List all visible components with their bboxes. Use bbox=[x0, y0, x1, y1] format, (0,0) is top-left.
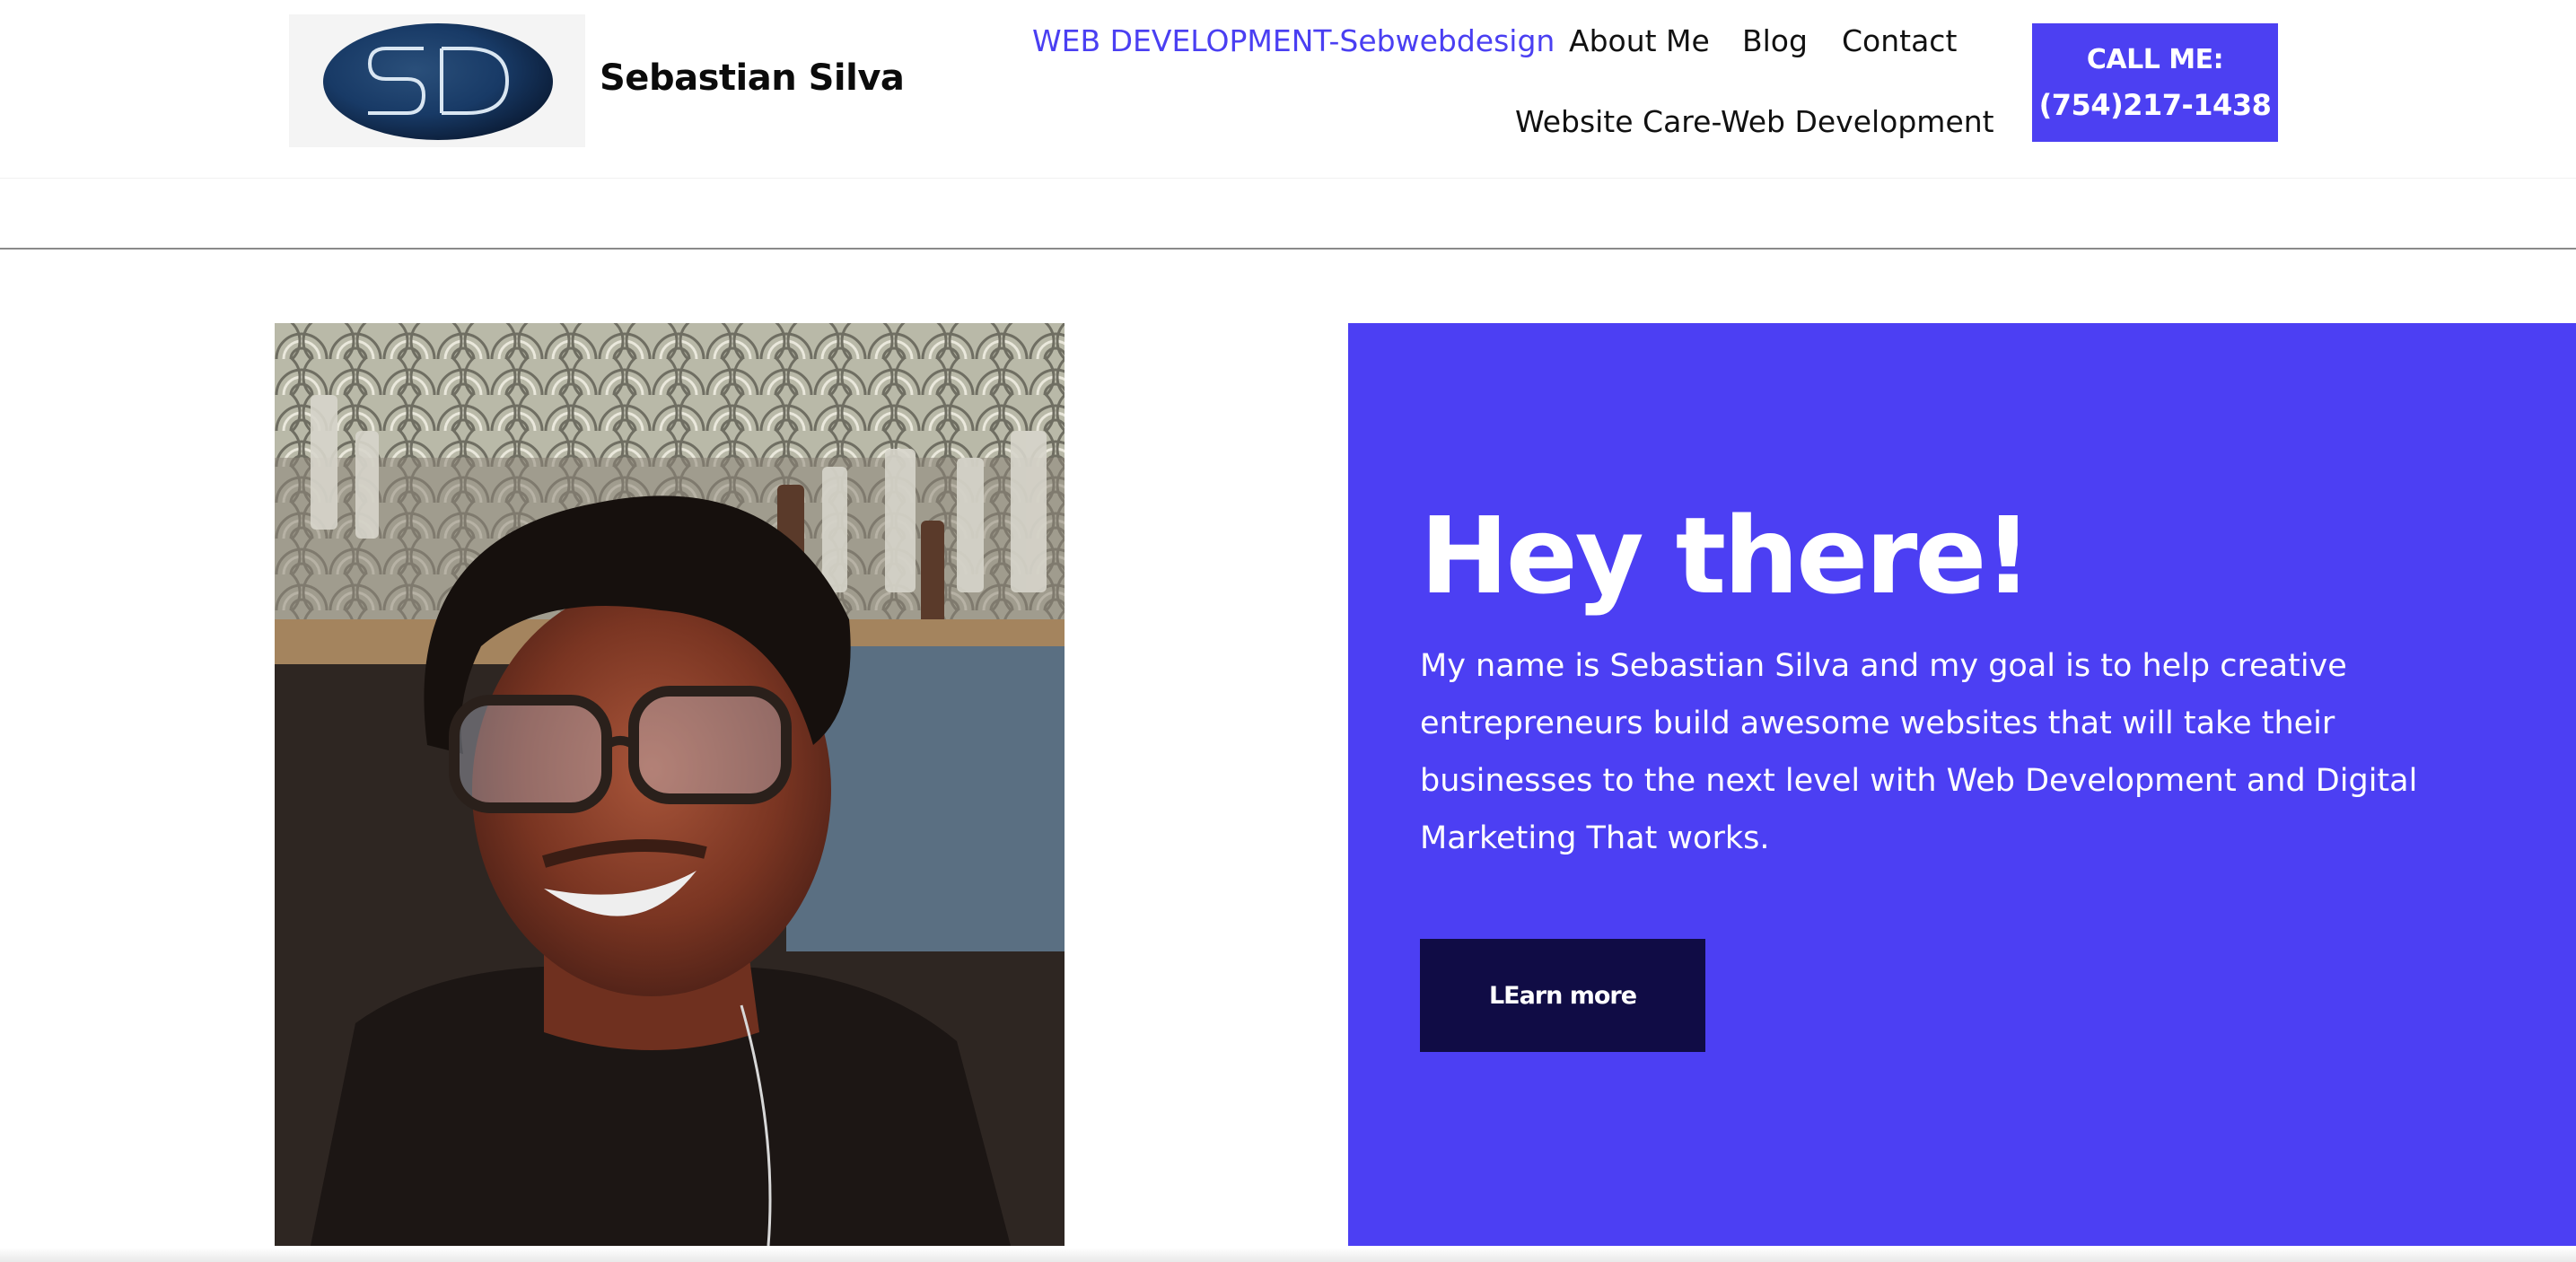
hero-section: Hey there! My name is Sebastian Silva an… bbox=[1348, 323, 2576, 1246]
call-me-label: CALL ME: bbox=[2086, 44, 2224, 75]
profile-photo bbox=[275, 323, 1065, 1246]
logo-container[interactable] bbox=[289, 14, 585, 147]
nav-about-me[interactable]: About Me bbox=[1569, 23, 1710, 58]
nav-contact[interactable]: Contact bbox=[1842, 23, 1957, 58]
sd-monogram-icon bbox=[367, 47, 510, 115]
hero-title: Hey there! bbox=[1420, 494, 2032, 618]
nav-website-care[interactable]: Website Care-Web Development bbox=[1515, 104, 1994, 139]
brand-name[interactable]: Sebastian Silva bbox=[600, 57, 905, 99]
hero-body: My name is Sebastian Silva and my goal i… bbox=[1420, 648, 2418, 856]
call-me-button[interactable]: CALL ME: (754)217-1438 bbox=[2032, 23, 2278, 142]
learn-more-button[interactable]: LEarn more bbox=[1420, 939, 1705, 1052]
nav-web-development[interactable]: WEB DEVELOPMENT-Sebwebdesign bbox=[1032, 23, 1555, 58]
phone-number: (754)217-1438 bbox=[2038, 88, 2272, 122]
nav-blog[interactable]: Blog bbox=[1742, 23, 1808, 58]
portrait-image bbox=[275, 323, 1065, 1246]
bottom-edge bbox=[0, 1248, 2576, 1262]
site-header: Sebastian Silva WEB DEVELOPMENT-Sebwebde… bbox=[0, 0, 2576, 179]
logo-icon bbox=[323, 23, 553, 140]
section-divider bbox=[0, 248, 2576, 250]
